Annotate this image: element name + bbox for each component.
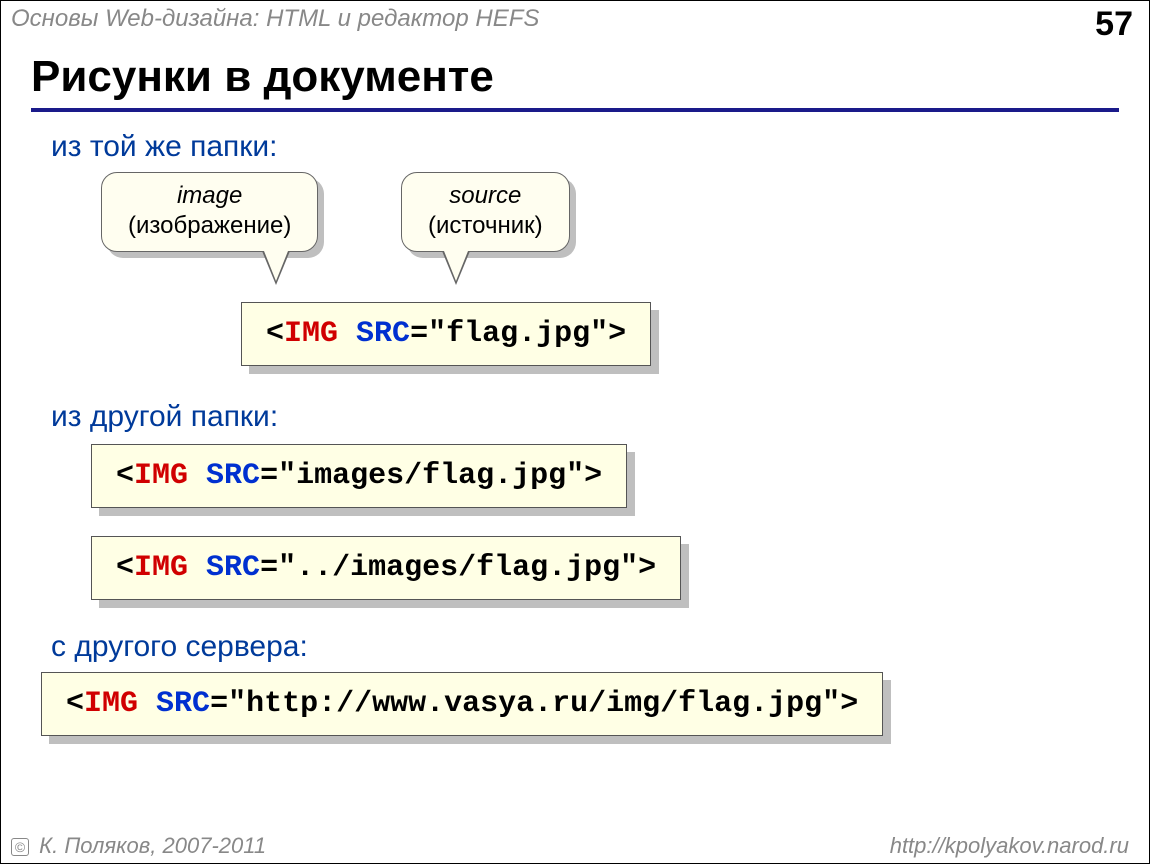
code-line: <IMG SRC="flag.jpg"> xyxy=(241,302,651,366)
callout-image-line2: (изображение) xyxy=(128,211,291,241)
code-bracket-close: > xyxy=(638,551,656,585)
page-number: 57 xyxy=(1095,5,1133,44)
code-attr: SRC xyxy=(156,687,210,721)
code-line: <IMG SRC="images/flag.jpg"> xyxy=(91,444,627,508)
copyright-icon: © xyxy=(11,838,29,856)
code-line: <IMG SRC="../images/flag.jpg"> xyxy=(91,536,681,600)
callout-tail-icon xyxy=(262,251,290,285)
slide-header: Основы Web-дизайна: HTML и редактор HEFS… xyxy=(1,5,1149,44)
slide-title: Рисунки в документе xyxy=(31,52,1119,112)
code-tag: IMG xyxy=(134,551,188,585)
code-bracket-open: < xyxy=(116,551,134,585)
code-bracket-open: < xyxy=(66,687,84,721)
code-bracket-close: > xyxy=(584,459,602,493)
code-eq: = xyxy=(210,687,228,721)
callout-image-line1: image xyxy=(128,181,291,211)
code-eq: = xyxy=(410,317,428,351)
codebox-same-folder: <IMG SRC="flag.jpg"> xyxy=(241,302,1149,366)
code-val: "images/flag.jpg" xyxy=(278,459,584,493)
footer-copyright: © К. Поляков, 2007-2011 xyxy=(11,833,266,859)
code-bracket-open: < xyxy=(266,317,284,351)
codebox-other-server: <IMG SRC="http://www.vasya.ru/img/flag.j… xyxy=(41,672,1149,736)
code-attr: SRC xyxy=(206,459,260,493)
code-attr: SRC xyxy=(356,317,410,351)
codebox-other-folder-1: <IMG SRC="images/flag.jpg"> xyxy=(91,444,1149,508)
code-bracket-close: > xyxy=(608,317,626,351)
callout-tail-icon xyxy=(442,251,470,285)
code-tag: IMG xyxy=(284,317,338,351)
code-val: "http://www.vasya.ru/img/flag.jpg" xyxy=(228,687,840,721)
header-subtitle: Основы Web-дизайна: HTML и редактор HEFS xyxy=(11,5,539,33)
code-line: <IMG SRC="http://www.vasya.ru/img/flag.j… xyxy=(41,672,883,736)
code-val: "flag.jpg" xyxy=(428,317,608,351)
code-tag: IMG xyxy=(134,459,188,493)
code-eq: = xyxy=(260,459,278,493)
code-bracket-open: < xyxy=(116,459,134,493)
footer-copyright-text: К. Поляков, 2007-2011 xyxy=(39,833,266,858)
callout-source: source (источник) xyxy=(401,172,570,252)
slide: Основы Web-дизайна: HTML и редактор HEFS… xyxy=(0,0,1150,864)
codebox-other-folder-2: <IMG SRC="../images/flag.jpg"> xyxy=(91,536,1149,600)
section-same-folder: из той же папки: xyxy=(51,130,1149,164)
code-tag: IMG xyxy=(84,687,138,721)
section-other-folder: из другой папки: xyxy=(51,400,1149,434)
callouts-row: image (изображение) source (источник) xyxy=(101,172,1149,292)
code-val: "../images/flag.jpg" xyxy=(278,551,638,585)
callout-image: image (изображение) xyxy=(101,172,318,252)
code-bracket-close: > xyxy=(840,687,858,721)
section-other-server: с другого сервера: xyxy=(51,630,1149,664)
callout-source-line2: (источник) xyxy=(428,211,543,241)
footer-url: http://kpolyakov.narod.ru xyxy=(890,833,1129,859)
code-attr: SRC xyxy=(206,551,260,585)
slide-footer: © К. Поляков, 2007-2011 http://kpolyakov… xyxy=(1,833,1149,859)
callout-source-line1: source xyxy=(428,181,543,211)
code-eq: = xyxy=(260,551,278,585)
